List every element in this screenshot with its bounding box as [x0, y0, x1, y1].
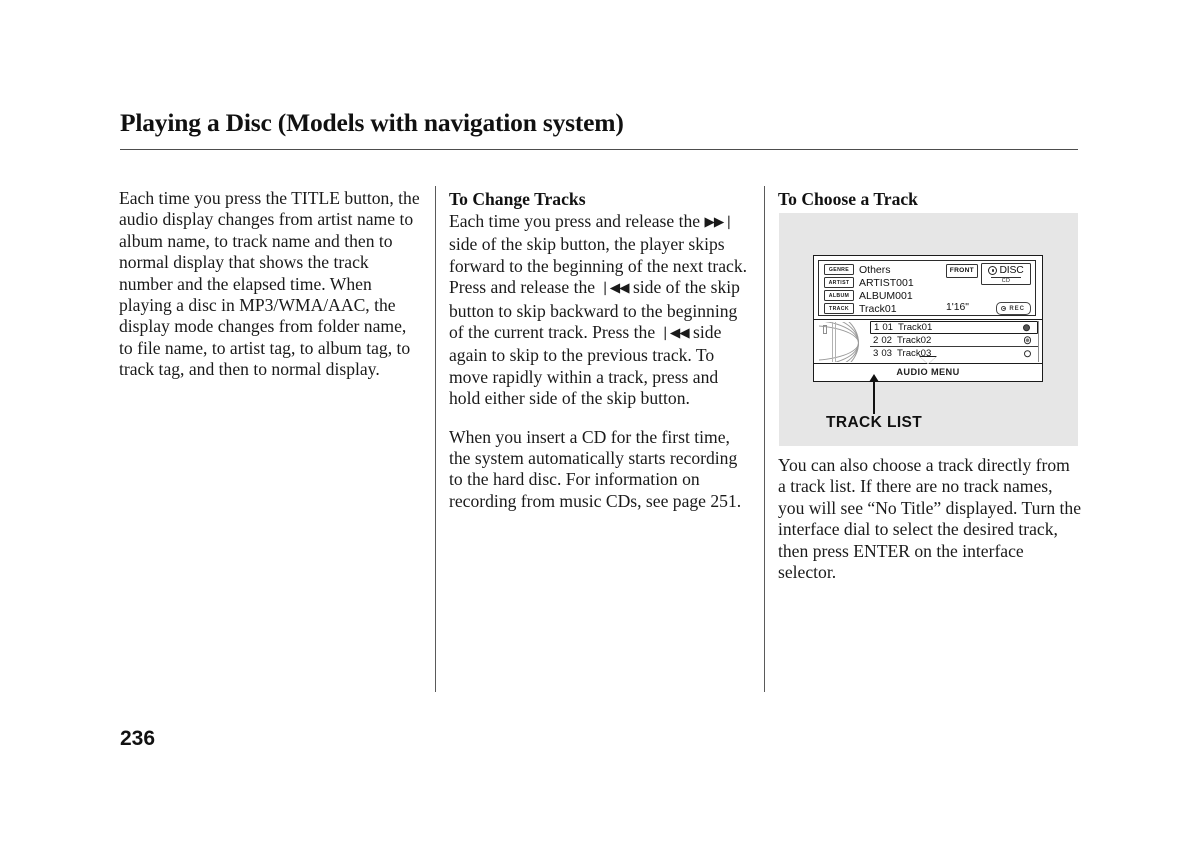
genre-tag-label: GENRE: [824, 264, 854, 275]
col2-paragraph-2: When you insert a CD for the first time,…: [449, 426, 742, 511]
album-tag-label: ALBUM: [824, 290, 854, 301]
track-item-number: 03: [881, 348, 893, 359]
track-status-icon: [1023, 336, 1031, 344]
col1-paragraph: Each time you press the TITLE button, th…: [119, 188, 420, 380]
track-status-icon: [1023, 349, 1031, 358]
track-item-index: 2: [873, 334, 879, 346]
info-row-genre: GENRE Others: [824, 263, 891, 276]
page-title: Playing a Disc (Models with navigation s…: [120, 108, 624, 137]
info-row-track: TRACK Track01: [824, 302, 897, 315]
callout-arrow: [868, 374, 881, 414]
skip-backward-icon: ❘◀◀: [599, 280, 629, 297]
col3-heading: To Choose a Track: [778, 189, 918, 209]
manual-page: Playing a Disc (Models with navigation s…: [0, 0, 1200, 859]
chevron-down-icon-fill: [920, 357, 936, 364]
track-value: Track01: [859, 302, 897, 315]
callout-label: TRACK LIST: [826, 414, 923, 431]
rec-label: REC: [1009, 305, 1025, 312]
header-rule: [120, 149, 1078, 150]
track-status-icon: [1022, 323, 1030, 332]
rec-indicator: REC: [996, 302, 1031, 315]
column-two: To Change Tracks Each time you press and…: [449, 188, 749, 512]
col2-text-a: Each time you press and release the: [449, 211, 705, 231]
track-item-index: 1: [874, 322, 880, 333]
disc-sublabel: CD: [1001, 277, 1011, 284]
track-list[interactable]: 1 01 Track01 2 02 Track02 3 03 Track03: [870, 321, 1038, 362]
column-one: Each time you press the TITLE button, th…: [119, 188, 421, 381]
elapsed-time: 1'16": [945, 302, 969, 313]
column-divider-left: [435, 186, 436, 692]
disc-icon: [988, 266, 998, 275]
list-scroll-edge: [1038, 321, 1039, 362]
col2-paragraph-1: Each time you press and release the ▶▶❘ …: [449, 211, 749, 410]
disc-marker: [823, 325, 827, 334]
disc-label: DISC: [999, 265, 1024, 276]
skip-forward-icon: ▶▶❘: [704, 214, 735, 230]
track-item-index: 3: [873, 348, 879, 359]
col2-heading: To Change Tracks: [449, 189, 586, 209]
page-number: 236: [120, 727, 156, 750]
album-value: ALBUM001: [859, 289, 913, 302]
column-divider-right: [764, 186, 765, 692]
info-row-artist: ARTIST ARTIST001: [824, 276, 914, 289]
track-list-item[interactable]: 1 01 Track01: [870, 321, 1038, 334]
track-list-illustration: GENRE Others ARTIST ARTIST001 ALBUM ALBU…: [779, 213, 1078, 446]
column-three: To Choose a Track: [778, 188, 1080, 211]
front-indicator: FRONT: [945, 264, 978, 278]
track-item-title: Track01: [898, 322, 933, 333]
track-item-number: 02: [881, 334, 893, 346]
disc-top-row: DISC: [982, 265, 1030, 276]
artist-value: ARTIST001: [859, 276, 914, 289]
page-header: Playing a Disc (Models with navigation s…: [120, 108, 1078, 138]
track-item-number: 01: [882, 322, 894, 333]
track-list-item[interactable]: 2 02 Track02: [870, 334, 1038, 347]
artist-tag-label: ARTIST: [824, 277, 854, 288]
audio-info-panel: GENRE Others ARTIST ARTIST001 ALBUM ALBU…: [818, 260, 1036, 316]
audio-menu-label: AUDIO MENU: [896, 367, 960, 377]
disc-line: [835, 322, 836, 362]
track-list-item[interactable]: 3 03 Track03: [870, 347, 1038, 360]
track-tag-label: TRACK: [824, 303, 854, 314]
disc-artwork-icon: [819, 322, 867, 362]
column-three-text: You can also choose a track directly fro…: [778, 455, 1082, 583]
audio-menu-bar[interactable]: AUDIO MENU: [814, 356, 1042, 380]
disc-line: [832, 322, 833, 362]
track-item-title: Track02: [897, 334, 932, 346]
info-row-album: ALBUM ALBUM001: [824, 289, 913, 302]
skip-backward-icon-2: ❘◀◀: [659, 325, 690, 342]
col3-paragraph: You can also choose a track directly fro…: [778, 455, 1082, 583]
record-icon: [1001, 306, 1007, 311]
genre-value: Others: [859, 263, 891, 276]
disc-source-indicator: DISC CD: [981, 263, 1031, 285]
navigation-screen: GENRE Others ARTIST ARTIST001 ALBUM ALBU…: [813, 255, 1043, 382]
